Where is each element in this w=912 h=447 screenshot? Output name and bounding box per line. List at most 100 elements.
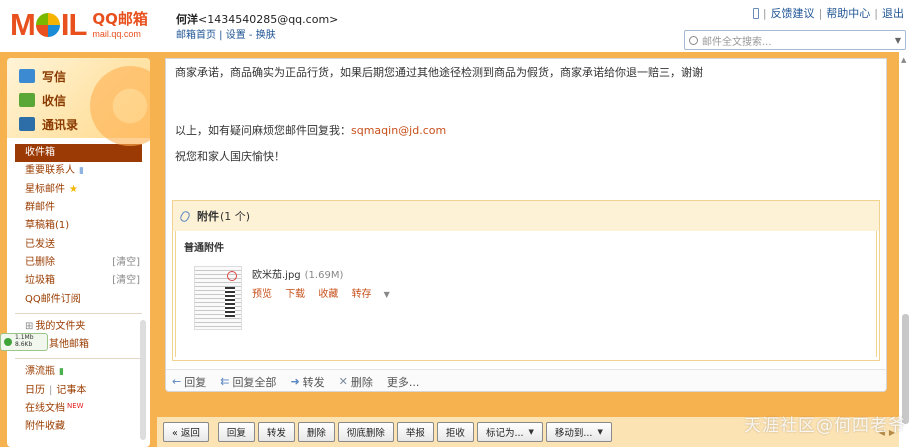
forward-arrow-icon: ➜ — [290, 375, 300, 388]
download-icon — [19, 93, 35, 107]
download-link[interactable]: 下载 — [285, 289, 305, 300]
back-button[interactable]: « 返回 — [163, 422, 209, 442]
sidebar-item-sent[interactable]: 已发送 — [15, 235, 142, 253]
net-download: 8.6Kb — [15, 341, 33, 348]
mail-action-bar: ← 回复 ⇇ 回复全部 ➜ 转发 ✕ 删除 更多... — [166, 369, 886, 391]
separator: | — [49, 384, 53, 396]
empty-spam-link[interactable]: [清空] — [112, 272, 142, 290]
user-info: 何洋<1434540285@qq.com> — [176, 11, 338, 27]
close-icon: ✕ — [338, 375, 348, 388]
reply-button-bottom[interactable]: 回复 — [217, 422, 255, 442]
more-button[interactable]: 更多... — [387, 374, 420, 390]
reply-all-button[interactable]: ⇇ 回复全部 — [220, 374, 276, 390]
scroll-up-icon[interactable]: ▲ — [901, 56, 906, 64]
move-to-label: 移动到... — [554, 428, 593, 439]
reply-label: 回复 — [184, 375, 207, 389]
attachment-actions: 预览 下载 收藏 转存 ▼ — [252, 285, 410, 300]
blank-space — [175, 88, 877, 124]
watermark: 天涯社区@何四老爷 — [744, 416, 906, 436]
forward-label: 转发 — [302, 375, 325, 389]
mark-as-dropdown[interactable]: 标记为... ▼ — [476, 422, 543, 442]
sidebar-item-attachment-favorites[interactable]: 附件收藏 — [15, 418, 142, 436]
sidebar-item-important-contacts[interactable]: 重要联系人 ▮ — [15, 162, 142, 180]
attachment-thumbnail[interactable] — [194, 266, 242, 330]
sidebar-item-label: 在线文档 — [25, 403, 65, 414]
reject-button[interactable]: 拒收 — [436, 422, 474, 442]
forward-button[interactable]: ➜ 转发 — [290, 374, 324, 390]
network-status-icon — [4, 338, 12, 346]
more-label: 更多... — [386, 375, 420, 389]
preview-link[interactable]: 预览 — [252, 289, 272, 300]
qq-mail-logo[interactable]: M IL QQ邮箱 mail.qq.com — [10, 8, 148, 42]
mail-text-prefix: 以上，如有疑问麻烦您邮件回复我： — [175, 124, 351, 137]
help-center-link[interactable]: 帮助中心 — [826, 5, 870, 21]
sidebar-item-drafts[interactable]: 草稿箱(1) — [15, 217, 142, 235]
save-to-label: 转存 — [351, 289, 372, 300]
reply-button[interactable]: ← 回复 — [172, 374, 206, 390]
skin-link[interactable]: 换肤 — [256, 30, 276, 41]
sidebar-item-starred[interactable]: 星标邮件 ★ — [15, 181, 142, 199]
barcode-mark — [225, 287, 235, 317]
mail-search-input[interactable]: 邮件全文搜索... ▼ — [684, 30, 906, 50]
mail-reading-pane: 商家承诺，商品确实为正品行货，如果后期您通过其他途径检测到商品为假货，商家承诺给… — [165, 58, 887, 392]
write-mail-button[interactable]: 写信 — [19, 64, 150, 88]
feedback-link[interactable]: 反馈建议 — [771, 5, 815, 21]
bookmark-icon: ▮ — [79, 166, 84, 177]
sidebar-scrollbar[interactable] — [140, 320, 146, 440]
mailbox-home-link[interactable]: 邮箱首页 — [176, 30, 216, 41]
main-scrollbar[interactable]: ▲ — [899, 52, 912, 447]
favorite-link[interactable]: 收藏 — [318, 289, 338, 300]
mark-as-label: 标记为... — [485, 428, 524, 439]
sidebar-item-inbox[interactable]: 收件箱 — [15, 144, 142, 163]
reply-email-link[interactable]: sqmaqin@jd.com — [351, 124, 446, 137]
chevron-down-icon[interactable]: ▼ — [895, 36, 901, 45]
sidebar-item-label: 漂流瓶 — [25, 366, 55, 378]
receive-label: 收信 — [42, 93, 67, 108]
separator: | — [762, 6, 767, 20]
delete-button-bottom[interactable]: 删除 — [297, 422, 335, 442]
attachment-panel: 附件 (1 个) 普通附件 欧米茄.jpg (1.69M) 预览 下载 收藏 转存 ▼ — [172, 200, 880, 361]
contacts-label: 通讯录 — [42, 117, 79, 132]
save-to-link[interactable]: 转存 ▼ — [352, 289, 400, 300]
attachment-list: 普通附件 欧米茄.jpg (1.69M) 预览 下载 收藏 转存 ▼ — [175, 231, 877, 357]
sidebar-item-label: 草稿箱(1) — [25, 220, 70, 232]
logout-link[interactable]: 退出 — [882, 5, 904, 21]
link-separator: | — [216, 30, 226, 41]
scrollbar-thumb[interactable] — [902, 314, 909, 424]
phone-icon[interactable] — [752, 7, 759, 19]
report-button[interactable]: 举报 — [396, 422, 434, 442]
sidebar: 写信 收信 通讯录 收件箱 重要联系人 ▮ 星标邮件 ★ 群邮件 草稿箱(1) 已发… — [7, 58, 150, 447]
sidebar-item-subscriptions[interactable]: QQ邮件订阅 — [15, 290, 142, 308]
stamp-mark — [227, 271, 237, 281]
empty-deleted-link[interactable]: [清空] — [112, 254, 142, 272]
sidebar-item-label: 星标邮件 — [25, 183, 65, 195]
move-to-dropdown[interactable]: 移动到... ▼ — [545, 422, 612, 442]
link-dash: - — [245, 30, 256, 41]
sidebar-item-drift-bottle[interactable]: 漂流瓶 ▮ — [15, 363, 142, 381]
main-frame: 写信 收信 通讯录 收件箱 重要联系人 ▮ 星标邮件 ★ 群邮件 草稿箱(1) 已发… — [0, 52, 912, 447]
attachment-file: 欧米茄.jpg (1.69M) — [252, 266, 410, 281]
settings-link[interactable]: 设置 — [226, 30, 246, 41]
sidebar-item-group-mail[interactable]: 群邮件 — [15, 199, 142, 217]
sidebar-item-label: 垃圾箱 — [25, 275, 55, 287]
sidebar-item-deleted[interactable]: 已删除 [清空] — [15, 254, 142, 272]
paperclip-icon — [178, 209, 192, 223]
sidebar-item-spam[interactable]: 垃圾箱 [清空] — [15, 272, 142, 290]
attachment-count: (1 个) — [220, 210, 251, 223]
top-header: M IL QQ邮箱 mail.qq.com 何洋<1434540285@qq.co… — [0, 0, 912, 52]
forward-button-bottom[interactable]: 转发 — [257, 422, 295, 442]
sidebar-item-online-docs[interactable]: 在线文档 NEW — [15, 400, 142, 418]
sidebar-item-label: 附件收藏 — [25, 421, 65, 433]
user-name: 何洋 — [176, 13, 198, 26]
bottle-icon: ▮ — [59, 367, 64, 378]
permanent-delete-button[interactable]: 彻底删除 — [337, 422, 394, 442]
sidebar-item-label: 收件箱 — [25, 147, 55, 159]
user-email: <1434540285@qq.com> — [198, 13, 339, 26]
sidebar-item-label: 其他邮箱 — [49, 339, 89, 351]
sidebar-item-label: 已发送 — [25, 238, 55, 250]
contacts-button[interactable]: 通讯录 — [19, 112, 150, 136]
receive-mail-button[interactable]: 收信 — [19, 88, 150, 112]
delete-button[interactable]: ✕ 删除 — [339, 374, 373, 390]
separator: | — [818, 6, 823, 20]
chevron-down-icon: ▼ — [597, 428, 603, 436]
